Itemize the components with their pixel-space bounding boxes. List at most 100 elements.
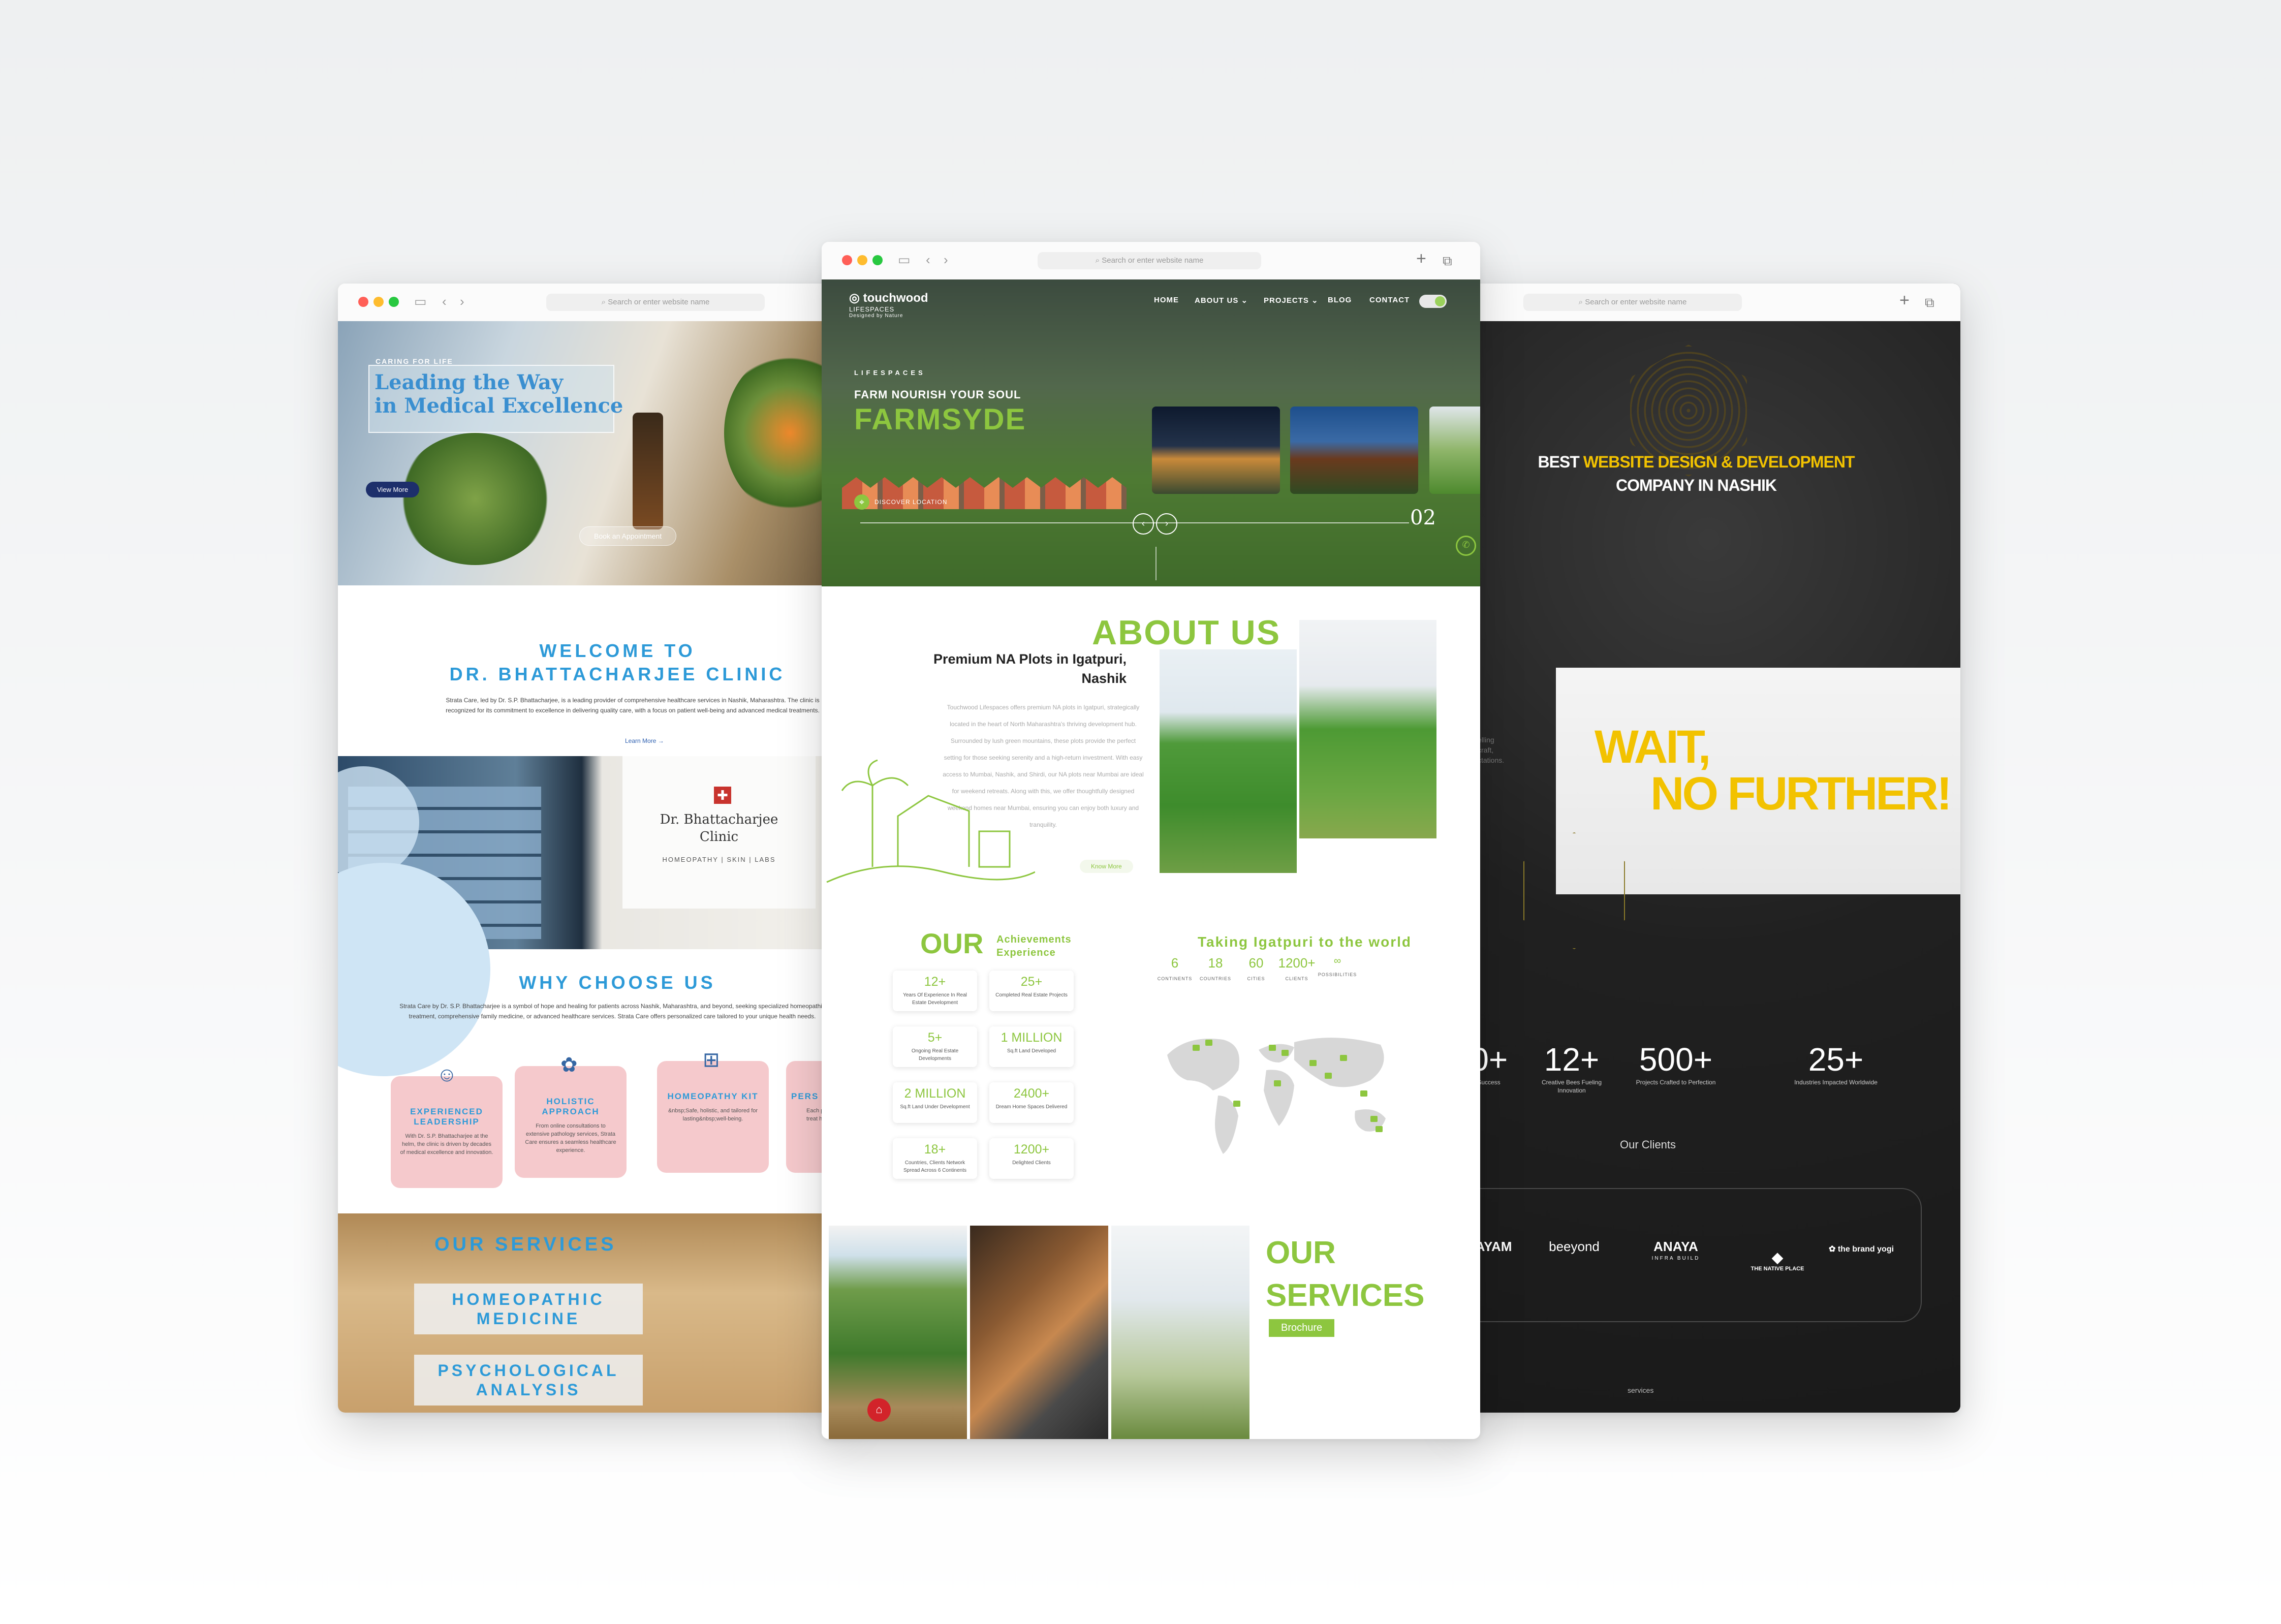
forward-arrow-icon[interactable]: ›: [460, 294, 464, 309]
achievements-label: Achievements Experience: [996, 934, 1072, 958]
service-image-handshake[interactable]: [970, 1226, 1108, 1439]
client-logo-native-place: ◆ THE NATIVE PLACE: [1742, 1249, 1813, 1272]
nav-contact[interactable]: CONTACT: [1369, 296, 1410, 304]
holistic-icon: ✿: [560, 1054, 578, 1076]
slide-counter: 02: [1410, 506, 1436, 529]
mountain-image: [1299, 620, 1436, 838]
view-more-button[interactable]: View More: [366, 482, 420, 497]
achievement-stat: 5+ Ongoing Real Estate Developments: [893, 1026, 977, 1067]
achievement-stat: 25+ Completed Real Estate Projects: [989, 971, 1074, 1011]
close-window-button[interactable]: [358, 297, 368, 307]
browser-toolbar: ⌕ Search or enter website name + ⧉: [1457, 284, 1960, 322]
client-logo-anaya: ANAYA INFRA BUILD: [1651, 1239, 1700, 1261]
back-arrow-icon[interactable]: ‹: [442, 294, 447, 309]
service-psychological-analysis[interactable]: PSYCHOLOGICAL ANALYSIS: [414, 1355, 643, 1406]
know-more-button[interactable]: Know More: [1080, 860, 1133, 873]
tabs-overview-icon[interactable]: ⧉: [1925, 295, 1934, 311]
nav-projects[interactable]: PROJECTS ⌄: [1264, 296, 1319, 305]
bottle-image: [633, 413, 663, 529]
achievement-stat: 18+ Countries, Clients Network Spread Acr…: [893, 1138, 977, 1179]
service-image-engineers[interactable]: [1111, 1226, 1249, 1439]
plant-image: [399, 433, 551, 565]
hero-kicker: CARING FOR LIFE: [376, 357, 453, 365]
clinic-sign-tagline: HOMEOPATHY | SKIN | LABS: [662, 856, 776, 863]
new-tab-icon[interactable]: +: [1899, 291, 1910, 310]
kit-icon: ⊞: [703, 1049, 720, 1071]
logo-mark-icon: ◎: [849, 291, 863, 305]
sidebar-icon[interactable]: ▭: [414, 294, 427, 309]
world-reach-heading: Taking Igatpuri to the world: [1198, 934, 1412, 950]
achievement-stat: 1 MILLION Sq.ft Land Developed: [989, 1026, 1074, 1067]
address-bar[interactable]: ⌕ Search or enter website name: [1523, 294, 1742, 311]
project-thumbnail[interactable]: [1429, 407, 1480, 494]
location-pin-icon[interactable]: ⌖: [854, 494, 869, 510]
book-appointment-button[interactable]: Book an Appointment: [579, 526, 677, 546]
why-choose-us-heading: WHY CHOOSE US: [519, 972, 716, 993]
footer-text: services: [1628, 1386, 1654, 1394]
cut-off-paragraph: elling craft, ctations.: [1478, 736, 1505, 764]
scroll-indicator: [1155, 547, 1157, 580]
medical-cross-icon: ✚: [714, 787, 731, 804]
service-homeopathic-medicine[interactable]: HOMEOPATHIC MEDICINE: [414, 1284, 643, 1334]
project-thumbnail[interactable]: [1290, 407, 1418, 494]
brochure-button[interactable]: Brochure: [1269, 1319, 1335, 1337]
minimize-window-button[interactable]: [857, 255, 867, 265]
next-slide-button[interactable]: ›: [1156, 513, 1177, 535]
stat-item: 12+ Creative Bees Fueling Innovation: [1541, 1041, 1602, 1094]
agency-website-window: ⌕ Search or enter website name + ⧉ BEST …: [1457, 284, 1960, 1413]
world-map: [1167, 1038, 1386, 1154]
client-logo-beeyond: beeyond: [1549, 1239, 1600, 1254]
nav-about-us[interactable]: ABOUT US ⌄: [1195, 296, 1248, 305]
learn-more-link[interactable]: Learn More →: [625, 737, 664, 744]
services-heading: OUR SERVICES: [434, 1234, 617, 1255]
welcome-heading: WELCOME TO DR. BHATTACHARJEE CLINIC: [449, 640, 786, 684]
minimize-window-button[interactable]: [373, 297, 384, 307]
clinic-website-window: ▭ ‹ › ⌕ Search or enter website name CAR…: [338, 284, 846, 1413]
address-bar[interactable]: ⌕ Search or enter website name: [546, 294, 765, 311]
about-us-heading: ABOUT US: [1092, 613, 1281, 652]
achievement-stat: 12+ Years Of Experience In Real Estate De…: [893, 971, 977, 1011]
project-thumbnail[interactable]: [1152, 407, 1280, 494]
discover-location-link[interactable]: DISCOVER LOCATION: [874, 498, 947, 506]
browser-toolbar: ▭ ‹ › ⌕ Search or enter website name: [338, 284, 846, 322]
clients-heading: Our Clients: [1620, 1138, 1676, 1151]
diamond-icon: ◆: [1772, 1250, 1783, 1265]
welcome-paragraph: Strata Care, led by Dr. S.P. Bhattacharj…: [446, 697, 820, 714]
mountain-image: [1160, 649, 1297, 873]
search-icon: ⌕: [1095, 256, 1102, 265]
whatsapp-icon[interactable]: ✆: [1456, 536, 1476, 556]
feature-card-holistic: ✿ HOLISTIC APPROACH From online consulta…: [515, 1054, 627, 1178]
back-arrow-icon[interactable]: ‹: [926, 252, 930, 268]
address-bar[interactable]: ⌕ Search or enter website name: [1038, 252, 1261, 269]
search-icon: ⌕: [1578, 298, 1585, 306]
prev-slide-button[interactable]: ‹: [1133, 513, 1154, 535]
service-image-plots[interactable]: [829, 1226, 967, 1439]
hero-title: Leading the Way in Medical Excellence: [374, 370, 623, 418]
forward-arrow-icon[interactable]: ›: [944, 252, 948, 268]
achievement-stat: 2 MILLION Sq.ft Land Under Development: [893, 1082, 977, 1123]
new-tab-icon[interactable]: +: [1416, 249, 1426, 269]
why-choose-us-paragraph: Strata Care by Dr. S.P. Bhattacharjee is…: [399, 1003, 825, 1020]
maximize-window-button[interactable]: [872, 255, 883, 265]
house-line-illustration: [826, 759, 1035, 883]
sidebar-icon[interactable]: ▭: [898, 252, 911, 268]
leader-icon: ☺: [436, 1064, 457, 1086]
hero-subtitle: FARM NOURISH YOUR SOUL: [854, 388, 1021, 401]
nav-home[interactable]: HOME: [1154, 296, 1179, 304]
touchwood-logo[interactable]: ◎ touchwood LIFESPACES Designed by Nature: [849, 291, 928, 319]
home-icon[interactable]: ⌂: [867, 1398, 891, 1422]
client-logo-brand-yogi: ✿ the brand yogi: [1828, 1245, 1894, 1254]
feature-card-leadership: ☺ EXPERIENCED LEADERSHIP With Dr. S.P. B…: [391, 1064, 503, 1188]
hero-title: FARMSYDE: [854, 403, 1026, 436]
maximize-window-button[interactable]: [389, 297, 399, 307]
clinic-sign: ✚ Dr. Bhattacharjee Clinic HOMEOPATHY | S…: [622, 756, 816, 909]
about-subtitle: Premium NA Plots in Igatpuri, Nashik: [933, 651, 1127, 686]
close-window-button[interactable]: [842, 255, 852, 265]
tabs-overview-icon[interactable]: ⧉: [1443, 253, 1452, 269]
achievement-stat: 1200+ Delighted Clients: [989, 1138, 1074, 1179]
achievement-stat: 2400+ Dream Home Spaces Delivered: [989, 1082, 1074, 1123]
feature-card-kit: ⊞ HOMEOPATHY KIT &nbsp;Safe, holistic, a…: [657, 1049, 769, 1173]
nav-blog[interactable]: BLOG: [1328, 296, 1352, 304]
lotus-icon: ✿: [1828, 1245, 1838, 1254]
theme-toggle[interactable]: [1419, 295, 1447, 308]
